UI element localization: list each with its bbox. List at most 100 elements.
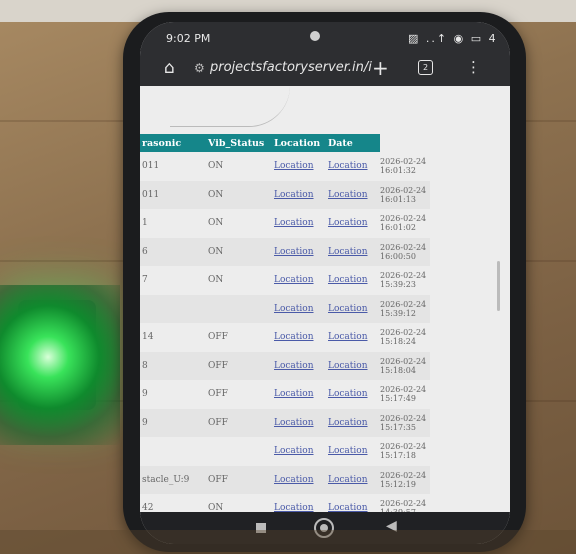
row-date-link-cell: Location: [328, 180, 380, 209]
status-bar: 9:02 PM ▨ ..↑ ◉ ▭ 4: [140, 22, 510, 52]
row-timestamp-cell: 2026-02-24 15:18:24: [380, 323, 430, 352]
row-vib-status: ON: [208, 503, 224, 512]
browser-menu-icon[interactable]: ⋮: [466, 58, 481, 76]
table-row: 8 OFF Location Location 2026-02-24 15:18:04: [140, 351, 430, 380]
home-icon[interactable]: ⌂: [164, 58, 175, 78]
row-vib-status: OFF: [208, 474, 228, 485]
row-vib-status: OFF: [208, 360, 228, 371]
row-location-link-cell: Location: [270, 494, 328, 512]
row-date-link-cell: Location: [328, 408, 380, 437]
row-sensor-value-cell: 7: [140, 266, 204, 295]
row-date-link[interactable]: Location: [328, 475, 368, 485]
row-location-link[interactable]: Location: [274, 446, 314, 456]
new-tab-button[interactable]: +: [372, 56, 389, 80]
row-sensor-value-cell: 14: [140, 323, 204, 352]
col-vib-status-header: Vib_Status: [204, 134, 270, 152]
row-timestamp-cell: 2026-02-24 15:12:19: [380, 465, 430, 494]
row-date-link[interactable]: Location: [328, 247, 368, 257]
row-timestamp-cell: 2026-02-24 15:39:12: [380, 294, 430, 323]
row-date-link[interactable]: Location: [328, 418, 368, 428]
row-timestamp-cell: 2026-02-24 16:01:32: [380, 152, 430, 181]
row-timestamp-cell: 2026-02-24 15:39:23: [380, 266, 430, 295]
row-date-link-cell: Location: [328, 437, 380, 466]
row-date-link[interactable]: Location: [328, 503, 368, 512]
row-sensor-value: 9: [142, 417, 148, 428]
row-date-link[interactable]: Location: [328, 275, 368, 285]
row-timestamp-cell: 2026-02-24 15:17:35: [380, 408, 430, 437]
row-sensor-value: 6: [142, 246, 148, 257]
row-date-link[interactable]: Location: [328, 190, 368, 200]
row-vib-status-cell: [204, 294, 270, 323]
row-date-link[interactable]: Location: [328, 161, 368, 171]
row-location-link[interactable]: Location: [274, 389, 314, 399]
table-row: 1 ON Location Location 2026-02-24 16:01:02: [140, 209, 430, 238]
table-header-row: rasonic Vib_Status Location Date: [140, 134, 430, 152]
table-row: 14 OFF Location Location 2026-02-24 15:18:24: [140, 323, 430, 352]
row-location-link[interactable]: Location: [274, 247, 314, 257]
row-location-link[interactable]: Location: [274, 475, 314, 485]
row-date-link[interactable]: Location: [328, 446, 368, 456]
row-timestamp-cell: 2026-02-24 15:18:04: [380, 351, 430, 380]
row-location-link[interactable]: Location: [274, 275, 314, 285]
row-sensor-value: 1: [142, 218, 148, 229]
col-location-header: Location: [270, 134, 328, 152]
row-timestamp: 2026-02-24 15:39:23: [380, 271, 427, 290]
row-location-link-cell: Location: [270, 465, 328, 494]
table-row: 9 OFF Location Location 2026-02-24 15:17:35: [140, 408, 430, 437]
row-location-link[interactable]: Location: [274, 218, 314, 228]
row-sensor-value: stacle_U:9: [142, 474, 190, 485]
row-location-link[interactable]: Location: [274, 361, 314, 371]
col-ultrasonic-header: rasonic: [140, 134, 204, 152]
status-indicators: ▨ ..↑ ◉ ▭ 4: [408, 32, 498, 45]
row-sensor-value: 9: [142, 389, 148, 400]
row-date-link[interactable]: Location: [328, 332, 368, 342]
row-vib-status-cell: OFF: [204, 465, 270, 494]
row-sensor-value-cell: 1: [140, 209, 204, 238]
screen-crack: [170, 86, 290, 127]
row-location-link[interactable]: Location: [274, 418, 314, 428]
sensor-data-table: rasonic Vib_Status Location Date 011 ON Lo…: [140, 134, 430, 512]
row-vib-status: ON: [208, 161, 224, 172]
tab-switcher-button[interactable]: 2: [418, 60, 433, 75]
row-date-link[interactable]: Location: [328, 304, 368, 314]
browser-toolbar: ⌂ ⚙ projectsfactoryserver.in/i + 2 ⋮: [140, 52, 510, 86]
web-page: rasonic Vib_Status Location Date 011 ON Lo…: [140, 86, 510, 512]
row-timestamp: 2026-02-24 15:12:19: [380, 470, 427, 489]
table-row: 011 ON Location Location 2026-02-24 16:01:32: [140, 152, 430, 181]
row-date-link[interactable]: Location: [328, 361, 368, 371]
scrollbar[interactable]: [497, 261, 500, 311]
row-timestamp-cell: 2026-02-24 15:17:18: [380, 437, 430, 466]
row-location-link-cell: Location: [270, 380, 328, 409]
row-location-link[interactable]: Location: [274, 332, 314, 342]
row-vib-status-cell: OFF: [204, 408, 270, 437]
row-location-link-cell: Location: [270, 266, 328, 295]
row-date-link-cell: Location: [328, 294, 380, 323]
row-sensor-value-cell: 011: [140, 152, 204, 181]
row-location-link[interactable]: Location: [274, 190, 314, 200]
row-vib-status-cell: ON: [204, 266, 270, 295]
url-bar[interactable]: projectsfactoryserver.in/i: [210, 60, 372, 75]
row-date-link[interactable]: Location: [328, 218, 368, 228]
row-sensor-value-cell: [140, 437, 204, 466]
row-date-link[interactable]: Location: [328, 389, 368, 399]
row-location-link[interactable]: Location: [274, 503, 314, 512]
row-timestamp-cell: 2026-02-24 14:39:57: [380, 494, 430, 512]
row-location-link[interactable]: Location: [274, 304, 314, 314]
table-row: 6 ON Location Location 2026-02-24 16:00:50: [140, 237, 430, 266]
row-vib-status-cell: ON: [204, 237, 270, 266]
row-timestamp: 2026-02-24 15:17:49: [380, 385, 427, 404]
site-settings-icon[interactable]: ⚙: [194, 61, 205, 75]
row-vib-status-cell: OFF: [204, 351, 270, 380]
row-sensor-value-cell: 011: [140, 180, 204, 209]
table-surface: [0, 530, 576, 554]
row-timestamp: 2026-02-24 15:17:35: [380, 413, 427, 432]
row-sensor-value-cell: 42: [140, 494, 204, 512]
row-sensor-value: 8: [142, 360, 148, 371]
row-vib-status-cell: ON: [204, 152, 270, 181]
row-location-link[interactable]: Location: [274, 161, 314, 171]
camera-cutout: [310, 31, 320, 41]
row-vib-status: ON: [208, 218, 224, 229]
row-sensor-value-cell: 6: [140, 237, 204, 266]
row-timestamp: 2026-02-24 16:01:02: [380, 214, 427, 233]
row-vib-status: ON: [208, 246, 224, 257]
